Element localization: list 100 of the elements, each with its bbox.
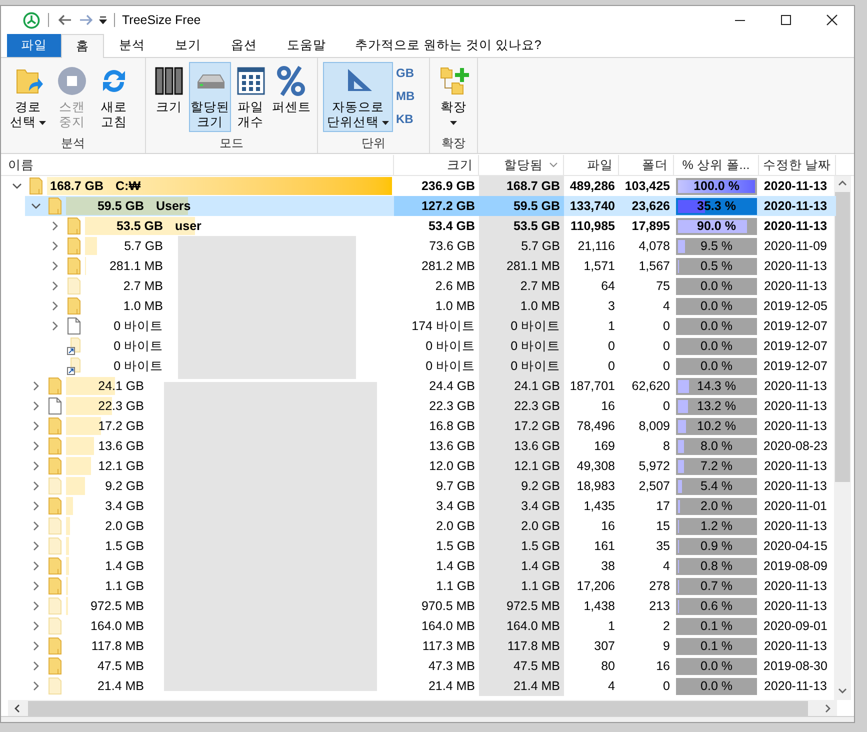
collapse-chevron-icon[interactable]: [12, 183, 22, 189]
folder-icon: [48, 677, 62, 695]
expand-chevron-icon[interactable]: [52, 241, 58, 251]
folder-name: C:₩: [116, 178, 141, 195]
files-cell-text: 16: [600, 398, 616, 415]
unit-button[interactable]: GB: [395, 64, 416, 82]
ribbon-tab[interactable]: 파일: [7, 34, 61, 57]
size-bar: [66, 557, 69, 575]
allocated-cell: 168.7 GB: [479, 176, 564, 196]
expand-chevron-icon[interactable]: [33, 641, 39, 651]
expand-chevron-icon[interactable]: [33, 561, 39, 571]
files-cell-text: 0: [607, 358, 616, 375]
expand-chevron-icon[interactable]: [33, 681, 39, 691]
ribbon-tab[interactable]: 홈: [61, 34, 104, 58]
grid-icon: [236, 65, 266, 97]
ribbon-tab[interactable]: 옵션: [216, 34, 272, 57]
column-header[interactable]: 할당됨: [479, 155, 564, 175]
scroll-up-icon[interactable]: [838, 180, 847, 186]
expand-chevron-icon[interactable]: [33, 601, 39, 611]
ribbon-button[interactable]: 경로 선택: [6, 62, 50, 132]
size-bar: [66, 577, 68, 595]
date-cell-text: 2020-04-15: [762, 538, 828, 555]
file-icon: [48, 397, 62, 415]
column-header[interactable]: 폴더: [619, 155, 674, 175]
expand-chevron-icon[interactable]: [52, 321, 58, 331]
size-bar: [66, 437, 94, 455]
ribbon-button[interactable]: 할당된 크기: [189, 62, 230, 132]
expand-chevron-icon[interactable]: [52, 261, 58, 271]
unit-button[interactable]: MB: [395, 87, 416, 105]
files-cell-text: 169: [593, 438, 616, 455]
files-cell-text: 16: [600, 518, 616, 535]
ribbon-button[interactable]: 파일 개수: [232, 62, 268, 132]
files-cell-text: 307: [593, 638, 616, 655]
size-cell-text: 47.3 MB: [427, 658, 476, 675]
folder-icon: [48, 377, 62, 395]
folders-cell-text: 62,620: [630, 378, 671, 395]
date-cell-text: 2020-11-13: [762, 678, 828, 695]
scroll-left-icon[interactable]: [14, 704, 20, 712]
back-arrow-icon[interactable]: [58, 14, 72, 26]
percent-text: 0.0 %: [700, 318, 732, 335]
folder-size: 168.7 GB: [50, 178, 104, 195]
expand-chevron-icon[interactable]: [33, 421, 39, 431]
ribbon-button[interactable]: 크기: [151, 62, 187, 117]
expand-chevron-icon[interactable]: [33, 621, 39, 631]
percent-text: 2.0 %: [700, 498, 732, 515]
expand-chevron-icon[interactable]: [33, 441, 39, 451]
collapse-chevron-icon[interactable]: [31, 203, 41, 209]
column-header[interactable]: 크기: [394, 155, 479, 175]
close-icon[interactable]: [826, 14, 838, 26]
date-cell-text: 2020-11-13: [762, 458, 828, 475]
ribbon-tab[interactable]: 도움말: [272, 34, 341, 57]
folders-cell-text: 75: [655, 278, 671, 295]
column-header[interactable]: % 상위 폴...: [674, 155, 759, 175]
scroll-right-icon[interactable]: [825, 704, 831, 712]
folders-cell-text: 4: [662, 558, 671, 575]
allocated-cell: 972.5 MB: [479, 596, 564, 616]
scroll-down-icon[interactable]: [838, 688, 847, 694]
column-header[interactable]: 파일: [564, 155, 619, 175]
folder-size: 0 바이트: [114, 338, 163, 355]
expand-chevron-icon[interactable]: [33, 461, 39, 471]
maximize-icon[interactable]: [780, 14, 792, 26]
percent-text: 10.2 %: [697, 418, 736, 435]
ribbon-button[interactable]: 퍼센트: [270, 62, 312, 117]
scrollbar-thumb[interactable]: [835, 192, 850, 482]
expand-chevron-icon[interactable]: [33, 581, 39, 591]
folders-cell-text: 213: [648, 598, 671, 615]
folder-icon: [48, 437, 62, 455]
date-cell-text: 2020-11-01: [762, 498, 828, 515]
tell-me-field[interactable]: 추가적으로 원하는 것이 있나요?: [341, 34, 556, 57]
column-header[interactable]: 수정한 날짜: [759, 155, 836, 175]
ribbon-button[interactable]: 새로 고침: [94, 62, 134, 132]
folders-cell-text: 17: [655, 498, 671, 515]
quick-access-dropdown-icon[interactable]: [99, 16, 107, 24]
folder-icon: [67, 217, 81, 235]
folder-size: 117.8 MB: [91, 638, 144, 655]
size-bar: [66, 497, 73, 515]
expand-chevron-icon[interactable]: [33, 501, 39, 511]
ribbon-button[interactable]: 자동으로 단위선택: [323, 62, 393, 132]
expand-chevron-icon[interactable]: [52, 301, 58, 311]
date-cell-text: 2019-12-07: [762, 358, 828, 375]
column-header[interactable]: 이름: [3, 155, 394, 175]
expand-chevron-icon[interactable]: [33, 481, 39, 491]
forward-arrow-icon[interactable]: [79, 14, 93, 26]
expand-chevron-icon[interactable]: [52, 281, 58, 291]
expand-chevron-icon[interactable]: [33, 661, 39, 671]
files-cell-text: 1,435: [582, 498, 616, 515]
ribbon-tab[interactable]: 분석: [104, 34, 160, 57]
folders-cell-text: 2,507: [638, 478, 671, 495]
expand-chevron-icon[interactable]: [33, 401, 39, 411]
ribbon-tab[interactable]: 보기: [160, 34, 216, 57]
expand-chevron-icon[interactable]: [33, 381, 39, 391]
vertical-scrollbar[interactable]: [834, 176, 851, 700]
expand-chevron-icon[interactable]: [33, 541, 39, 551]
ribbon-button[interactable]: 확장: [435, 62, 472, 127]
expand-chevron-icon[interactable]: [33, 521, 39, 531]
folder-icon: [48, 417, 62, 435]
app-logo-icon: [23, 12, 40, 28]
folder-icon: [48, 517, 62, 535]
unit-button[interactable]: KB: [395, 110, 416, 128]
expand-chevron-icon[interactable]: [52, 221, 58, 231]
